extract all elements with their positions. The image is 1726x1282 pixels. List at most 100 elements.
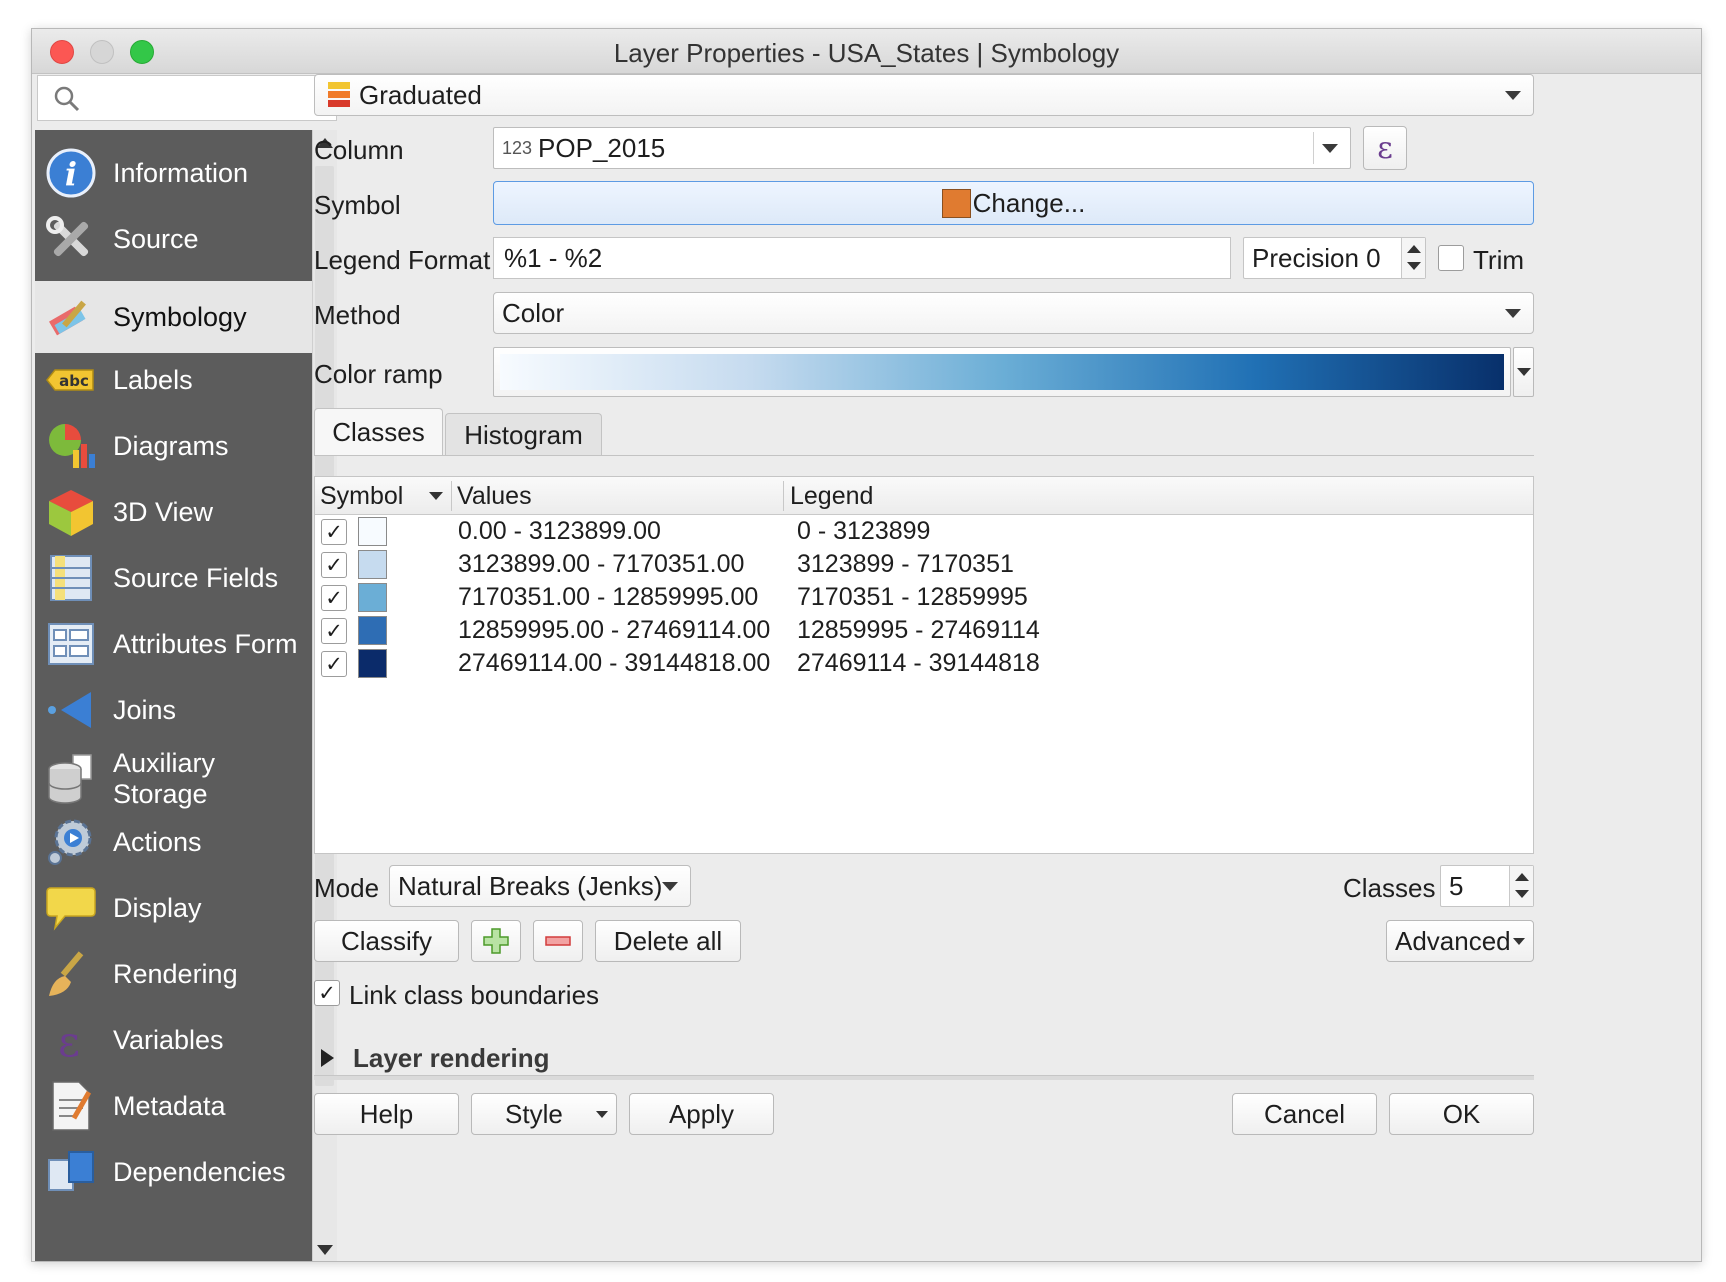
tab-histogram[interactable]: Histogram (445, 413, 602, 456)
sidebar-item-label: Auxiliary Storage (113, 748, 216, 809)
column-header-legend[interactable]: Legend (790, 482, 873, 511)
link-class-boundaries-checkbox[interactable]: ✓ (314, 980, 340, 1006)
sidebar-item-source[interactable]: Source (35, 203, 312, 275)
precision-spinbox[interactable]: Precision 0 (1243, 237, 1426, 279)
class-legend-cell[interactable]: 3123899 - 7170351 (797, 550, 1014, 579)
table-row[interactable]: ✓ 7170351.00 - 12859995.00 7170351 - 12859… (315, 581, 1533, 614)
sidebar-item-labels[interactable]: abc Labels (35, 344, 312, 416)
sidebar-item-rendering[interactable]: Rendering (35, 938, 312, 1010)
precision-stepper[interactable] (1401, 238, 1425, 278)
class-visibility-checkbox[interactable]: ✓ (321, 585, 347, 611)
class-visibility-checkbox[interactable]: ✓ (321, 519, 347, 545)
sidebar-item-display[interactable]: Display (35, 872, 312, 944)
cancel-button[interactable]: Cancel (1232, 1093, 1377, 1135)
advanced-menu-button[interactable]: Advanced (1386, 920, 1534, 962)
advanced-label: Advanced (1395, 925, 1511, 956)
sidebar-item-label: Variables (113, 1024, 224, 1055)
class-visibility-checkbox[interactable]: ✓ (321, 651, 347, 677)
class-values-cell[interactable]: 12859995.00 - 27469114.00 (458, 616, 770, 645)
class-values-cell[interactable]: 0.00 - 3123899.00 (458, 517, 661, 546)
dropdown-divider (1313, 132, 1314, 164)
class-symbol-swatch[interactable] (358, 517, 387, 546)
ok-button[interactable]: OK (1389, 1093, 1534, 1135)
column-select[interactable]: 123 POP_2015 (493, 127, 1351, 169)
sidebar-item-variables[interactable]: ε Variables (35, 1004, 312, 1076)
delete-all-button[interactable]: Delete all (595, 920, 741, 962)
class-symbol-swatch[interactable] (358, 616, 387, 645)
sidebar-item-actions[interactable]: Actions (35, 806, 312, 878)
chevron-down-icon (1322, 144, 1338, 153)
help-button[interactable]: Help (314, 1093, 459, 1135)
column-value: POP_2015 (538, 132, 666, 163)
classes-stepper[interactable] (1509, 866, 1533, 906)
svg-text:ε: ε (58, 1017, 80, 1066)
chevron-down-icon (596, 1111, 608, 1118)
scroll-down-arrow-icon[interactable] (317, 1243, 333, 1257)
renderer-type-value: Graduated (359, 79, 482, 110)
sidebar-item-label: Source (113, 223, 199, 254)
layer-rendering-section[interactable]: Layer rendering (353, 1043, 550, 1074)
column-label: Column (314, 135, 404, 165)
tab-classes[interactable]: Classes (314, 408, 443, 456)
table-row[interactable]: ✓ 12859995.00 - 27469114.00 12859995 - 274… (315, 614, 1533, 647)
sidebar-item-dependencies[interactable]: Dependencies (35, 1136, 312, 1208)
table-row[interactable]: ✓ 27469114.00 - 39144818.00 27469114 - 391… (315, 647, 1533, 680)
class-legend-cell[interactable]: 27469114 - 39144818 (797, 649, 1040, 678)
class-legend-cell[interactable]: 7170351 - 12859995 (797, 583, 1028, 612)
sidebar-item-diagrams[interactable]: Diagrams (35, 410, 312, 482)
classify-button[interactable]: Classify (314, 920, 459, 962)
class-legend-cell[interactable]: 0 - 3123899 (797, 517, 930, 546)
class-symbol-swatch[interactable] (358, 550, 387, 579)
class-symbol-swatch[interactable] (358, 583, 387, 612)
sidebar-item-label: Display (113, 892, 202, 923)
sidebar-search-input[interactable] (37, 75, 337, 121)
class-visibility-checkbox[interactable]: ✓ (321, 618, 347, 644)
class-values-cell[interactable]: 27469114.00 - 39144818.00 (458, 649, 770, 678)
sidebar-item-information[interactable]: i Information (35, 137, 312, 209)
sidebar-item-joins[interactable]: Joins (35, 674, 312, 746)
class-visibility-checkbox[interactable]: ✓ (321, 552, 347, 578)
remove-class-button[interactable] (533, 920, 583, 962)
sidebar-item-source-fields[interactable]: Source Fields (35, 542, 312, 614)
chevron-down-icon (1513, 938, 1525, 945)
speech-bubble-icon (46, 887, 96, 931)
classes-table[interactable]: Symbol Values Legend ✓ 0.00 - 3123899.00 0… (314, 476, 1534, 854)
class-symbol-swatch[interactable] (358, 649, 387, 678)
cube-icon (49, 490, 93, 536)
class-legend-cell[interactable]: 12859995 - 27469114 (797, 616, 1040, 645)
legend-format-input[interactable]: %1 - %2 (493, 237, 1231, 279)
color-ramp-menu-button[interactable] (1513, 347, 1534, 397)
color-ramp-label: Color ramp (314, 359, 443, 389)
method-dropdown[interactable]: Color (493, 292, 1534, 334)
sidebar-item-label: Rendering (113, 958, 238, 989)
change-symbol-button[interactable]: Change... (493, 181, 1534, 225)
class-values-cell[interactable]: 7170351.00 - 12859995.00 (458, 583, 758, 612)
sidebar-item-attributes-form[interactable]: Attributes Form (35, 608, 312, 680)
mode-dropdown[interactable]: Natural Breaks (Jenks) (389, 865, 691, 907)
join-icon (48, 692, 91, 728)
table-row[interactable]: ✓ 3123899.00 - 7170351.00 3123899 - 717035… (315, 548, 1533, 581)
sort-indicator-icon (429, 492, 443, 500)
sidebar-item-label: Actions (113, 826, 202, 857)
chevron-down-icon (662, 882, 678, 891)
chevron-down-icon (1505, 309, 1521, 318)
renderer-type-dropdown[interactable]: Graduated (314, 74, 1534, 116)
apply-button[interactable]: Apply (629, 1093, 774, 1135)
mode-label: Mode (314, 873, 380, 903)
class-values-cell[interactable]: 3123899.00 - 7170351.00 (458, 550, 744, 579)
table-row[interactable]: ✓ 0.00 - 3123899.00 0 - 3123899 (315, 515, 1533, 548)
expression-button[interactable]: ε (1363, 126, 1407, 170)
expand-arrow-icon[interactable] (320, 1048, 336, 1068)
symbol-label: Symbol (314, 190, 401, 220)
classes-count-spinbox[interactable]: 5 (1440, 865, 1534, 907)
add-class-button[interactable] (471, 920, 521, 962)
sidebar-item-metadata[interactable]: Metadata (35, 1070, 312, 1142)
trim-checkbox[interactable] (1438, 245, 1464, 271)
column-header-values[interactable]: Values (457, 482, 532, 511)
color-ramp-button[interactable] (493, 347, 1511, 397)
sidebar-item-3d-view[interactable]: 3D View (35, 476, 312, 548)
sidebar-item-label: Diagrams (113, 430, 229, 461)
sidebar-item-symbology[interactable]: Symbology (35, 281, 312, 353)
column-header-symbol[interactable]: Symbol (320, 482, 403, 511)
style-menu-button[interactable]: Style (471, 1093, 617, 1135)
